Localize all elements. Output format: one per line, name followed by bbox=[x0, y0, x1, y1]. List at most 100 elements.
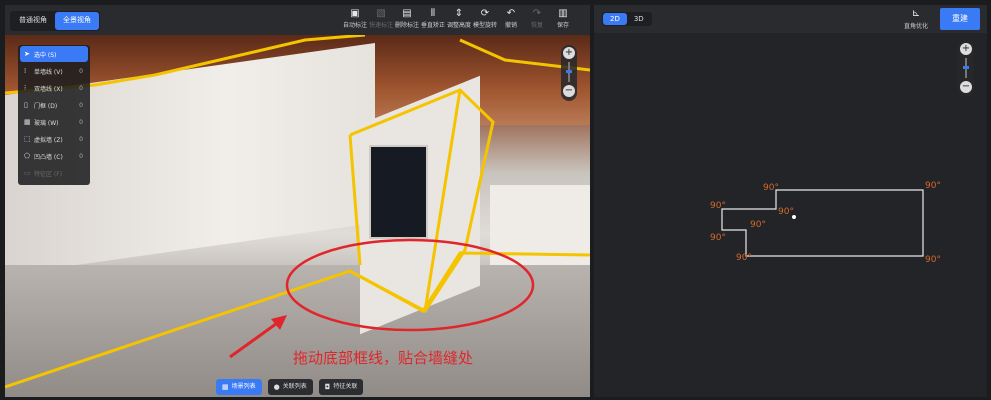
right-angle-optimize-label: 直角优化 bbox=[903, 23, 928, 30]
arrow-head bbox=[271, 315, 287, 330]
vertical-correct-button[interactable]: ⦀ 垂直矫正 bbox=[420, 7, 446, 33]
door-icon: ▯ bbox=[24, 101, 28, 109]
dimension-switch: 2D 3D bbox=[602, 12, 652, 26]
double-line-icon: ⁝ bbox=[24, 84, 27, 92]
tool-label: 模型旋转 bbox=[472, 22, 497, 29]
zoom-control: + − bbox=[561, 45, 577, 101]
angle-label: 90° bbox=[750, 220, 766, 230]
feature-link-icon: ◘ bbox=[324, 383, 331, 391]
auto-mark-button[interactable]: ▣ 自动标注 bbox=[342, 7, 368, 33]
angle-label: 90° bbox=[710, 201, 726, 211]
angle-label: 90° bbox=[778, 207, 794, 217]
wall-frame-overlay[interactable] bbox=[5, 35, 590, 397]
virtual-wall-icon: ⬚ bbox=[24, 135, 31, 143]
angle-label: 90° bbox=[763, 183, 779, 193]
angle-label: 90° bbox=[925, 181, 941, 191]
save-button[interactable]: ▥ 保存 bbox=[550, 7, 576, 33]
redo-button[interactable]: ↷ 恢复 bbox=[524, 7, 550, 33]
relation-list-icon: ● bbox=[273, 383, 280, 391]
angle-label: 90° bbox=[710, 233, 726, 243]
scene-list-button[interactable]: ▦ 场景列表 bbox=[216, 379, 262, 395]
rebuild-button[interactable]: 重建 bbox=[940, 8, 980, 30]
tool-group: ▣ 自动标注 ▧ 快速标注 ▤ 删除标注 ⦀ 垂直矫正 ⇕ 调整高度 ⟳ 模型旋转 ↶ 撤销 ↷ 恢复 ▥ 保存 bbox=[342, 7, 576, 33]
arrow-line bbox=[229, 319, 281, 359]
sidebar-item-label: 门框 (D) bbox=[34, 102, 58, 110]
adjust-height-button[interactable]: ⇕ 调整高度 bbox=[446, 7, 472, 33]
sidebar-item-count: 0 bbox=[79, 67, 83, 75]
feature-link-button[interactable]: ◘ 特征关联 bbox=[318, 379, 364, 395]
sidebar-item-virtual-wall[interactable]: ⬚ 虚拟墙 (Z) 0 bbox=[20, 131, 88, 147]
concave-convex-icon: ⬠ bbox=[24, 152, 31, 160]
bottom-button-bar: ▦ 场景列表 ● 关联列表 ◘ 特征关联 bbox=[216, 379, 364, 395]
zoom-out-button[interactable]: − bbox=[563, 85, 575, 97]
angle-label: 90° bbox=[925, 255, 941, 265]
floorplan-toolbar: 2D 3D ⊾ 直角优化 重建 bbox=[594, 5, 987, 33]
scene-list-icon: ▦ bbox=[222, 383, 229, 391]
tool-label: 调整高度 bbox=[446, 22, 471, 29]
sidebar-item-cursor[interactable]: ➤ 选中 (S) bbox=[20, 46, 88, 62]
tool-label: 撤销 bbox=[504, 22, 517, 29]
quick-mark-icon: ▧ bbox=[376, 8, 386, 19]
bottom-button-label: 特征关联 bbox=[333, 383, 358, 390]
sidebar-item-door[interactable]: ▯ 门框 (D) 0 bbox=[20, 97, 88, 113]
undo-button[interactable]: ↶ 撤销 bbox=[498, 7, 524, 33]
auto-mark-icon: ▣ bbox=[350, 8, 360, 19]
sidebar-item-glass[interactable]: ▦ 玻璃 (W) 0 bbox=[20, 114, 88, 130]
delete-mark-icon: ▤ bbox=[402, 8, 412, 19]
sidebar-item-concave-convex[interactable]: ⬠ 凹凸墙 (C) 0 bbox=[20, 148, 88, 164]
sidebar-item-count: 0 bbox=[79, 101, 83, 109]
bottom-button-label: 关联列表 bbox=[282, 383, 307, 390]
sidebar-item-label: 凹凸墙 (C) bbox=[34, 153, 63, 161]
panorama-view[interactable]: + − bbox=[5, 35, 590, 397]
panorama-view-tab[interactable]: 全景视角 bbox=[55, 12, 99, 30]
right-angle-optimize-button[interactable]: ⊾ 直角优化 bbox=[900, 7, 932, 30]
sidebar-item-label: 双墙线 (X) bbox=[34, 85, 63, 93]
sidebar-item-double-line[interactable]: ⁝ 双墙线 (X) 0 bbox=[20, 80, 88, 96]
panorama-toolbar: 普通视角 全景视角 ▣ 自动标注 ▧ 快速标注 ▤ 删除标注 ⦀ 垂直矫正 ⇕ 调整高度 ⟳ 模型旋转… bbox=[5, 5, 590, 35]
sidebar-item-count: 0 bbox=[79, 118, 83, 126]
sidebar-item-label: 虚拟墙 (Z) bbox=[34, 136, 63, 144]
sidebar-item-count: 0 bbox=[79, 135, 83, 143]
tab-3d[interactable]: 3D bbox=[627, 13, 651, 25]
tool-label: 自动标注 bbox=[342, 22, 367, 29]
tool-label: 快速标注 bbox=[368, 22, 393, 29]
instruction-caption: 拖动底部框线，贴合墙缝处 bbox=[293, 349, 474, 367]
glass-icon: ▦ bbox=[24, 118, 31, 126]
rotate-model-button[interactable]: ⟳ 模型旋转 bbox=[472, 7, 498, 33]
zoom-in-button[interactable]: + bbox=[563, 47, 575, 59]
feature-area-icon: ▭ bbox=[24, 169, 31, 177]
quick-mark-button[interactable]: ▧ 快速标注 bbox=[368, 7, 394, 33]
undo-icon: ↶ bbox=[506, 8, 516, 19]
rotate-model-icon: ⟳ bbox=[480, 8, 490, 19]
zoom-slider[interactable] bbox=[566, 62, 572, 82]
sidebar-item-label: 特征区 (F) bbox=[34, 170, 63, 178]
sidebar-item-single-line[interactable]: ⁞ 单墙线 (V) 0 bbox=[20, 63, 88, 79]
sidebar-item-count: 0 bbox=[79, 84, 83, 92]
panel-frame[interactable] bbox=[349, 88, 495, 313]
annotation-tool-list: ➤ 选中 (S) ⁞ 单墙线 (V) 0 ⁝ 双墙线 (X) 0 ▯ 门框 (D) 0 ▦ 玻璃 (W)… bbox=[18, 45, 90, 185]
cursor-icon: ➤ bbox=[24, 50, 30, 58]
floorplan-panel: 2D 3D ⊾ 直角优化 重建 + − 90° 90° 90° 90° 90° … bbox=[594, 5, 987, 397]
sidebar-item-feature-area[interactable]: ▭ 特征区 (F) bbox=[20, 165, 88, 181]
highlight-ellipse bbox=[285, 238, 535, 332]
relation-list-button[interactable]: ● 关联列表 bbox=[267, 379, 313, 395]
sidebar-item-label: 单墙线 (V) bbox=[34, 68, 63, 76]
tool-label: 删除标注 bbox=[394, 22, 419, 29]
tool-label: 垂直矫正 bbox=[420, 22, 445, 29]
delete-mark-button[interactable]: ▤ 删除标注 bbox=[394, 7, 420, 33]
right-angle-icon: ⊾ bbox=[911, 8, 921, 19]
tool-label: 恢复 bbox=[530, 22, 543, 29]
sidebar-item-count: 0 bbox=[79, 152, 83, 160]
sidebar-item-label: 玻璃 (W) bbox=[34, 119, 59, 127]
angle-label: 90° bbox=[736, 253, 752, 263]
tab-2d[interactable]: 2D bbox=[603, 13, 627, 25]
normal-view-tab[interactable]: 普通视角 bbox=[11, 12, 55, 30]
single-line-icon: ⁞ bbox=[24, 67, 27, 75]
tool-label: 保存 bbox=[556, 22, 569, 29]
save-icon: ▥ bbox=[558, 8, 568, 19]
view-mode-switch: 普通视角 全景视角 bbox=[10, 11, 100, 31]
sidebar-item-label: 选中 (S) bbox=[34, 51, 57, 59]
floorplan-canvas[interactable]: 90° 90° 90° 90° 90° 90° 90° 90° bbox=[594, 33, 987, 397]
bottom-button-label: 场景列表 bbox=[231, 383, 256, 390]
panorama-panel: 普通视角 全景视角 ▣ 自动标注 ▧ 快速标注 ▤ 删除标注 ⦀ 垂直矫正 ⇕ 调整高度 ⟳ 模型旋转… bbox=[5, 5, 590, 397]
